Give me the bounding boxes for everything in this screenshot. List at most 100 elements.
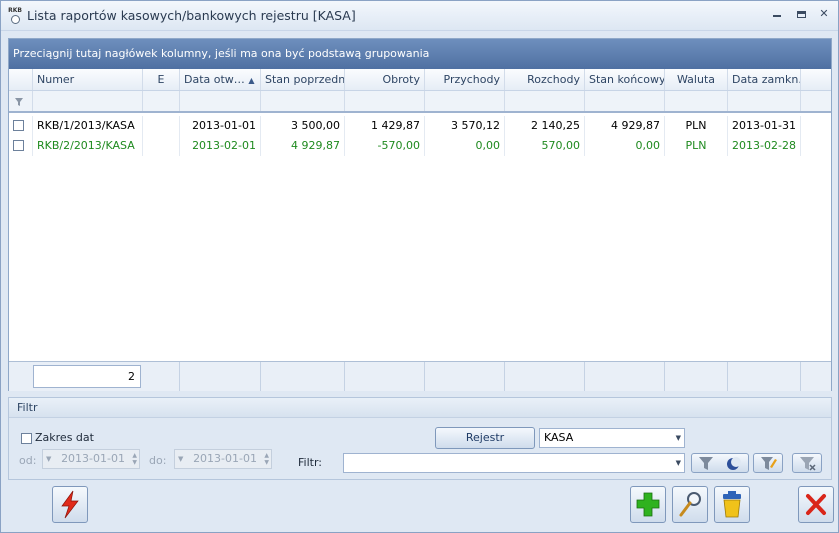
add-button[interactable]	[630, 486, 666, 523]
cell-obroty: -570,00	[345, 136, 425, 156]
filter-cell-e[interactable]	[143, 91, 180, 111]
group-by-panel[interactable]: Przeciągnij tutaj nagłówek kolumny, jeśl…	[9, 39, 831, 69]
date-from-label: od:	[19, 454, 37, 467]
filter-input[interactable]: ▼	[343, 453, 685, 473]
row-select-cell[interactable]	[9, 116, 33, 136]
funnel-clear-icon	[800, 457, 816, 471]
cell-data-zamkn: 2013-02-28	[728, 136, 801, 156]
header-select-cell	[9, 69, 33, 90]
filter-cell-stan-poprzedni[interactable]	[261, 91, 345, 111]
chevron-down-icon: ▼	[46, 455, 52, 463]
trash-icon	[723, 491, 741, 518]
spinner-icon[interactable]: ▲ ▼	[264, 452, 269, 466]
column-header-e[interactable]: E	[143, 69, 180, 90]
summary-row: 2	[9, 361, 831, 391]
lightning-icon	[61, 490, 79, 519]
funnel-pencil-icon	[761, 457, 777, 470]
cell-przychody: 0,00	[425, 136, 505, 156]
filter-cell-stan-koncowy[interactable]	[585, 91, 665, 111]
column-header-obroty[interactable]: Obroty	[345, 69, 425, 90]
filter-panel-title[interactable]: Filtr	[9, 398, 831, 418]
moon-icon	[727, 457, 741, 470]
filter-apply-button[interactable]	[691, 453, 749, 473]
cell-waluta: PLN	[665, 136, 728, 156]
rejestr-button[interactable]: Rejestr	[435, 427, 535, 449]
filter-cell-numer[interactable]	[33, 91, 143, 111]
date-to-label: do:	[149, 454, 167, 467]
reports-grid: Przeciągnij tutaj nagłówek kolumny, jeśl…	[8, 38, 832, 391]
filter-clear-button[interactable]	[792, 453, 822, 473]
window: RKB Lista raportów kasowych/bankowych re…	[0, 0, 839, 533]
maximize-button[interactable]	[793, 7, 809, 21]
cell-przychody: 3 570,12	[425, 116, 505, 136]
cell-stan-poprzedni: 4 929,87	[261, 136, 345, 156]
cell-numer: RKB/1/2013/KASA	[33, 116, 143, 136]
operations-button[interactable]	[52, 486, 88, 523]
cell-stan-poprzedni: 3 500,00	[261, 116, 345, 136]
column-header-row: Numer E Data otw… ▲ Stan poprzedni Obrot…	[9, 69, 831, 91]
plus-icon	[636, 492, 660, 517]
funnel-icon	[699, 457, 713, 470]
cell-data-otw: 2013-01-01	[180, 116, 261, 136]
delete-button[interactable]	[714, 486, 750, 523]
close-x-icon	[806, 494, 826, 515]
table-row[interactable]: RKB/1/2013/KASA 2013-01-01 3 500,00 1 42…	[9, 116, 831, 136]
summary-cell	[585, 362, 665, 391]
column-header-rozchody[interactable]: Rozchody	[505, 69, 585, 90]
title-bar: RKB Lista raportów kasowych/bankowych re…	[1, 1, 838, 31]
filter-label: Filtr:	[298, 456, 322, 469]
filter-edit-button[interactable]	[753, 453, 783, 473]
magnifier-icon	[679, 492, 701, 517]
column-header-numer[interactable]: Numer	[33, 69, 143, 90]
cell-e	[143, 116, 180, 136]
app-icon: RKB	[7, 7, 23, 25]
filter-cell-data-otw[interactable]	[180, 91, 261, 111]
filter-cell-rozchody[interactable]	[505, 91, 585, 111]
cell-data-otw: 2013-02-01	[180, 136, 261, 156]
date-to-value: 2013-01-01	[193, 452, 257, 465]
close-button[interactable]	[798, 486, 834, 523]
column-header-data-otw[interactable]: Data otw… ▲	[180, 69, 261, 90]
row-checkbox[interactable]	[13, 120, 24, 131]
column-header-waluta[interactable]: Waluta	[665, 69, 728, 90]
cell-e	[143, 136, 180, 156]
summary-cell	[425, 362, 505, 391]
filter-panel: Filtr Zakres dat od: ▼ 2013-01-01 ▲ ▼ do:…	[8, 397, 832, 480]
minimize-button[interactable]	[769, 7, 785, 21]
summary-cell	[665, 362, 728, 391]
summary-cell	[505, 362, 585, 391]
date-range-checkbox[interactable]	[21, 433, 32, 444]
rejestr-select[interactable]: KASA ▼	[539, 428, 685, 448]
filter-cell-obroty[interactable]	[345, 91, 425, 111]
window-close-button[interactable]: ✕	[816, 7, 832, 21]
filter-cell-data-zamkn[interactable]	[728, 91, 801, 111]
date-from-value: 2013-01-01	[61, 452, 125, 465]
column-header-data-zamkn[interactable]: Data zamkn.	[728, 69, 801, 90]
window-title: Lista raportów kasowych/bankowych rejest…	[27, 8, 356, 23]
cell-rozchody: 570,00	[505, 136, 585, 156]
table-row[interactable]: RKB/2/2013/KASA 2013-02-01 4 929,87 -570…	[9, 136, 831, 156]
chevron-down-icon: ▼	[178, 455, 184, 463]
column-header-data-otw-label: Data otw…	[184, 73, 245, 86]
cell-data-zamkn: 2013-01-31	[728, 116, 801, 136]
filter-cell-waluta[interactable]	[665, 91, 728, 111]
column-header-stan-koncowy[interactable]: Stan końcowy	[585, 69, 665, 90]
open-button[interactable]	[672, 486, 708, 523]
filter-cell-przychody[interactable]	[425, 91, 505, 111]
date-from-field[interactable]: ▼ 2013-01-01 ▲ ▼	[42, 449, 140, 469]
date-to-field[interactable]: ▼ 2013-01-01 ▲ ▼	[174, 449, 272, 469]
column-header-stan-poprzedni[interactable]: Stan poprzedni	[261, 69, 345, 90]
rejestr-select-value: KASA	[544, 431, 574, 444]
row-checkbox[interactable]	[13, 140, 24, 151]
date-range-label: Zakres dat	[35, 431, 94, 444]
cell-waluta: PLN	[665, 116, 728, 136]
summary-cell	[261, 362, 345, 391]
summary-cell	[345, 362, 425, 391]
funnel-icon	[15, 98, 23, 106]
spinner-icon[interactable]: ▲ ▼	[132, 452, 137, 466]
row-select-cell[interactable]	[9, 136, 33, 156]
filter-row-icon-cell[interactable]	[9, 91, 33, 111]
column-header-przychody[interactable]: Przychody	[425, 69, 505, 90]
column-filter-row	[9, 91, 831, 113]
cell-obroty: 1 429,87	[345, 116, 425, 136]
